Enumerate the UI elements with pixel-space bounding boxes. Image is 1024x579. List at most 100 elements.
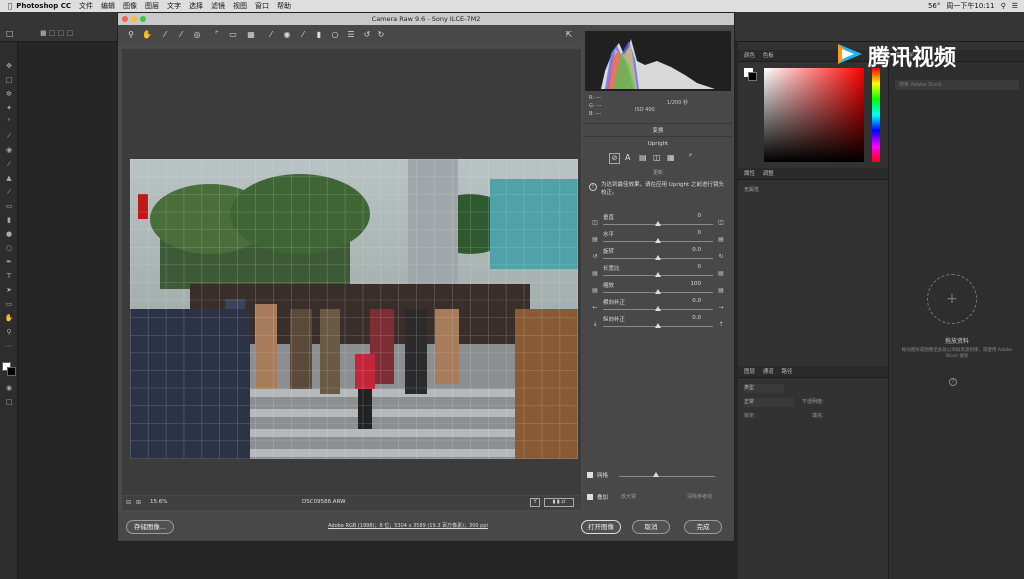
- done-button[interactable]: 完成: [684, 520, 722, 534]
- rotate-right-icon[interactable]: ↻: [376, 30, 386, 40]
- magic-wand-icon[interactable]: ✦: [4, 104, 14, 112]
- menu-view[interactable]: 视图: [233, 1, 247, 11]
- slider-value[interactable]: 0.0: [692, 247, 701, 253]
- help-icon[interactable]: ?: [949, 378, 957, 386]
- blur-tool-icon[interactable]: ●: [4, 230, 14, 238]
- slider-thumb[interactable]: [655, 221, 661, 226]
- layer-kind-filter[interactable]: 类型: [744, 384, 784, 393]
- selection-mode-icons[interactable]: ■ □ □ □: [40, 29, 100, 37]
- tab-channels[interactable]: 通道: [763, 369, 774, 375]
- zoom-level[interactable]: 15.6%: [150, 499, 167, 505]
- quick-mask-icon[interactable]: ◉: [4, 384, 14, 392]
- transform-icon[interactable]: ▦: [246, 30, 256, 40]
- slider-value[interactable]: 0: [698, 230, 702, 236]
- preview-photo[interactable]: [130, 159, 578, 459]
- slider-value[interactable]: 0: [698, 264, 702, 270]
- upright-full-icon[interactable]: ▦: [667, 153, 675, 162]
- menu-image[interactable]: 图像: [123, 1, 137, 11]
- save-image-button[interactable]: 存储图像...: [126, 520, 174, 534]
- upright-level-icon[interactable]: ▤: [639, 153, 647, 162]
- upright-off-icon[interactable]: ⊘: [609, 153, 620, 164]
- menu-select[interactable]: 选择: [189, 1, 203, 11]
- update-link[interactable]: 更新: [583, 169, 733, 176]
- background-color-swatch[interactable]: [7, 367, 16, 376]
- bg-swatch[interactable]: [748, 72, 757, 81]
- zoom-in-icon[interactable]: ⊞: [136, 499, 141, 506]
- gradient-tool-icon[interactable]: ▮: [4, 216, 14, 224]
- screen-mode-icon[interactable]: □: [4, 398, 14, 406]
- grid-size-thumb[interactable]: [653, 472, 659, 477]
- history-brush-icon[interactable]: ⁄: [4, 188, 14, 196]
- menu-layer[interactable]: 图层: [145, 1, 159, 11]
- tab-paths[interactable]: 路径: [782, 369, 793, 375]
- stamp-tool-icon[interactable]: ▲: [4, 174, 14, 182]
- slider-value[interactable]: 0.0: [692, 298, 701, 304]
- fullscreen-icon[interactable]: ⇱: [564, 30, 574, 40]
- marquee-tool-icon[interactable]: □: [4, 76, 14, 84]
- view-mode-icons[interactable]: ▮ ▮ ⇄: [544, 498, 574, 507]
- dodge-tool-icon[interactable]: ○: [4, 244, 14, 252]
- slider-thumb[interactable]: [655, 238, 661, 243]
- open-image-button[interactable]: 打开图像: [581, 520, 621, 534]
- graduated-filter-icon[interactable]: ▮: [314, 30, 324, 40]
- slider-thumb[interactable]: [655, 272, 661, 277]
- crop-tool-icon[interactable]: ⌜: [4, 118, 14, 126]
- white-balance-icon[interactable]: ⁄: [160, 30, 170, 40]
- color-sampler-icon[interactable]: ⁄: [176, 30, 186, 40]
- overlay-checkbox[interactable]: [587, 494, 593, 500]
- tab-properties[interactable]: 属性: [744, 171, 755, 177]
- menu-type[interactable]: 文字: [167, 1, 181, 11]
- cancel-button[interactable]: 取消: [632, 520, 670, 534]
- tab-layers[interactable]: 图层: [744, 369, 755, 375]
- grid-checkbox[interactable]: [587, 472, 593, 478]
- slider-thumb[interactable]: [655, 289, 661, 294]
- menu-filter[interactable]: 滤镜: [211, 1, 225, 11]
- path-select-icon[interactable]: ➤: [4, 286, 14, 294]
- image-preview[interactable]: [122, 49, 581, 495]
- tab-color[interactable]: 颜色: [744, 53, 755, 59]
- search-icon[interactable]: ⚲: [1001, 2, 1006, 10]
- slider-thumb[interactable]: [655, 323, 661, 328]
- shape-tool-icon[interactable]: ▭: [4, 300, 14, 308]
- more-tools-icon[interactable]: ⋯: [4, 342, 14, 350]
- rotate-left-icon[interactable]: ↺: [362, 30, 372, 40]
- move-tool-icon[interactable]: ✥: [4, 62, 14, 70]
- zoom-window-icon[interactable]: [140, 16, 146, 22]
- menu-list-icon[interactable]: ☰: [1012, 2, 1018, 10]
- minimize-window-icon[interactable]: [131, 16, 137, 22]
- color-field[interactable]: [764, 68, 864, 162]
- slider-value[interactable]: 0: [698, 213, 702, 219]
- zoom-tool-icon[interactable]: ⚲: [4, 328, 14, 336]
- panel-tabs[interactable]: 变换: [583, 123, 733, 137]
- zoom-tool-icon[interactable]: ⚲: [126, 30, 136, 40]
- guided-upright-icon[interactable]: ⌜: [689, 153, 693, 162]
- type-tool-icon[interactable]: T: [4, 272, 14, 280]
- pen-tool-icon[interactable]: ✒: [4, 258, 14, 266]
- tab-adjustments[interactable]: 调整: [763, 171, 774, 177]
- apple-menu[interactable]: : [8, 2, 12, 10]
- blend-mode-select[interactable]: 正常: [744, 398, 794, 407]
- preferences-icon[interactable]: ☰: [346, 30, 356, 40]
- stock-search-input[interactable]: 搜索 Adobe Stock: [895, 80, 1019, 90]
- target-adjust-icon[interactable]: ◎: [192, 30, 202, 40]
- menu-help[interactable]: 帮助: [277, 1, 291, 11]
- marquee-icon[interactable]: □: [6, 29, 16, 38]
- slider-thumb[interactable]: [655, 255, 661, 260]
- before-after-toggle[interactable]: Y: [530, 498, 540, 507]
- tab-swatches[interactable]: 色板: [763, 53, 774, 59]
- upright-auto-icon[interactable]: A: [625, 153, 630, 162]
- workflow-options-link[interactable]: Adobe RGB (1998)；8 位；5304 x 3589 (19.3 百…: [298, 522, 518, 529]
- library-drop-icon[interactable]: +: [927, 274, 977, 324]
- straighten-icon[interactable]: ▭: [228, 30, 238, 40]
- clear-guides-label[interactable]: 清除参考线: [687, 493, 712, 500]
- hue-slider[interactable]: [872, 68, 880, 162]
- hand-tool-icon[interactable]: ✋: [4, 314, 14, 322]
- upright-vertical-icon[interactable]: ◫: [653, 153, 661, 162]
- crop-icon[interactable]: ⌜: [212, 30, 222, 40]
- slider-value[interactable]: 0.0: [692, 315, 701, 321]
- loupe-label[interactable]: 放大镜: [621, 493, 636, 500]
- radial-filter-icon[interactable]: ○: [330, 30, 340, 40]
- healing-tool-icon[interactable]: ◉: [4, 146, 14, 154]
- brush-tool-icon[interactable]: ⁄: [4, 160, 14, 168]
- close-window-icon[interactable]: [122, 16, 128, 22]
